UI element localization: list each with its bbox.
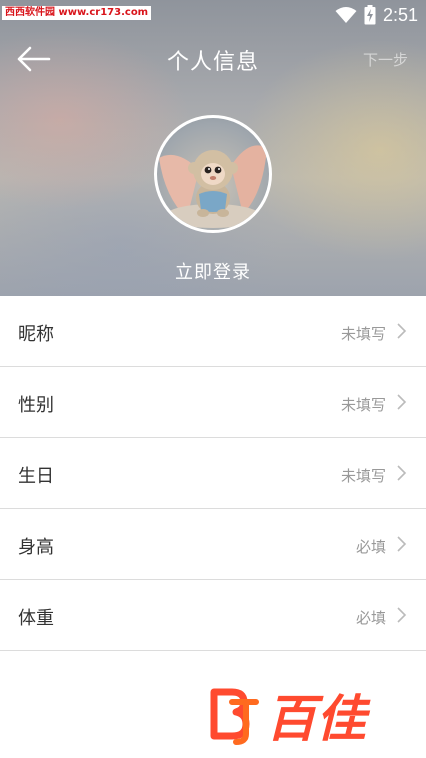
wifi-icon (335, 7, 357, 23)
row-nickname[interactable]: 昵称 未填写 (0, 296, 426, 367)
chevron-right-icon (397, 394, 407, 410)
brand-text: 百佳 (266, 690, 371, 746)
login-link[interactable]: 立即登录 (0, 258, 426, 284)
clock: 2:51 (382, 4, 418, 25)
row-value: 必填 (355, 609, 386, 627)
row-height[interactable]: 身高 必填 (0, 509, 426, 580)
row-label: 生日 (18, 466, 54, 487)
profile-header: 西西软件园 www.cr173.com 2:51 个人信息 下一步 立即登录 (0, 0, 426, 296)
row-value: 未填写 (340, 467, 386, 485)
row-label: 昵称 (18, 324, 54, 345)
status-icons: 2:51 (335, 3, 418, 27)
status-bar: 西西软件园 www.cr173.com 2:51 (0, 0, 426, 30)
chevron-right-icon (397, 536, 407, 552)
row-birthday[interactable]: 生日 未填写 (0, 438, 426, 509)
row-gender[interactable]: 性别 未填写 (0, 367, 426, 438)
row-value: 未填写 (340, 325, 386, 343)
row-weight[interactable]: 体重 必填 (0, 580, 426, 651)
chevron-right-icon (397, 465, 407, 481)
battery-icon (364, 5, 376, 25)
row-label: 性别 (18, 395, 54, 416)
row-label: 身高 (18, 537, 54, 558)
top-bar: 个人信息 下一步 (0, 34, 426, 84)
avatar-monkey (159, 145, 267, 228)
profile-info-list: 昵称 未填写 性别 未填写 生日 未填写 身高 必填 体重 必填 (0, 296, 426, 651)
watermark: 西西软件园 www.cr173.com (2, 6, 152, 20)
row-label: 体重 (18, 608, 54, 629)
chevron-right-icon (397, 607, 407, 623)
row-value: 未填写 (340, 396, 386, 414)
next-step-button[interactable]: 下一步 (363, 49, 408, 70)
avatar[interactable] (154, 115, 272, 233)
brand-logo: 百佳 (210, 688, 371, 746)
chevron-right-icon (397, 323, 407, 339)
row-value: 必填 (355, 538, 386, 556)
